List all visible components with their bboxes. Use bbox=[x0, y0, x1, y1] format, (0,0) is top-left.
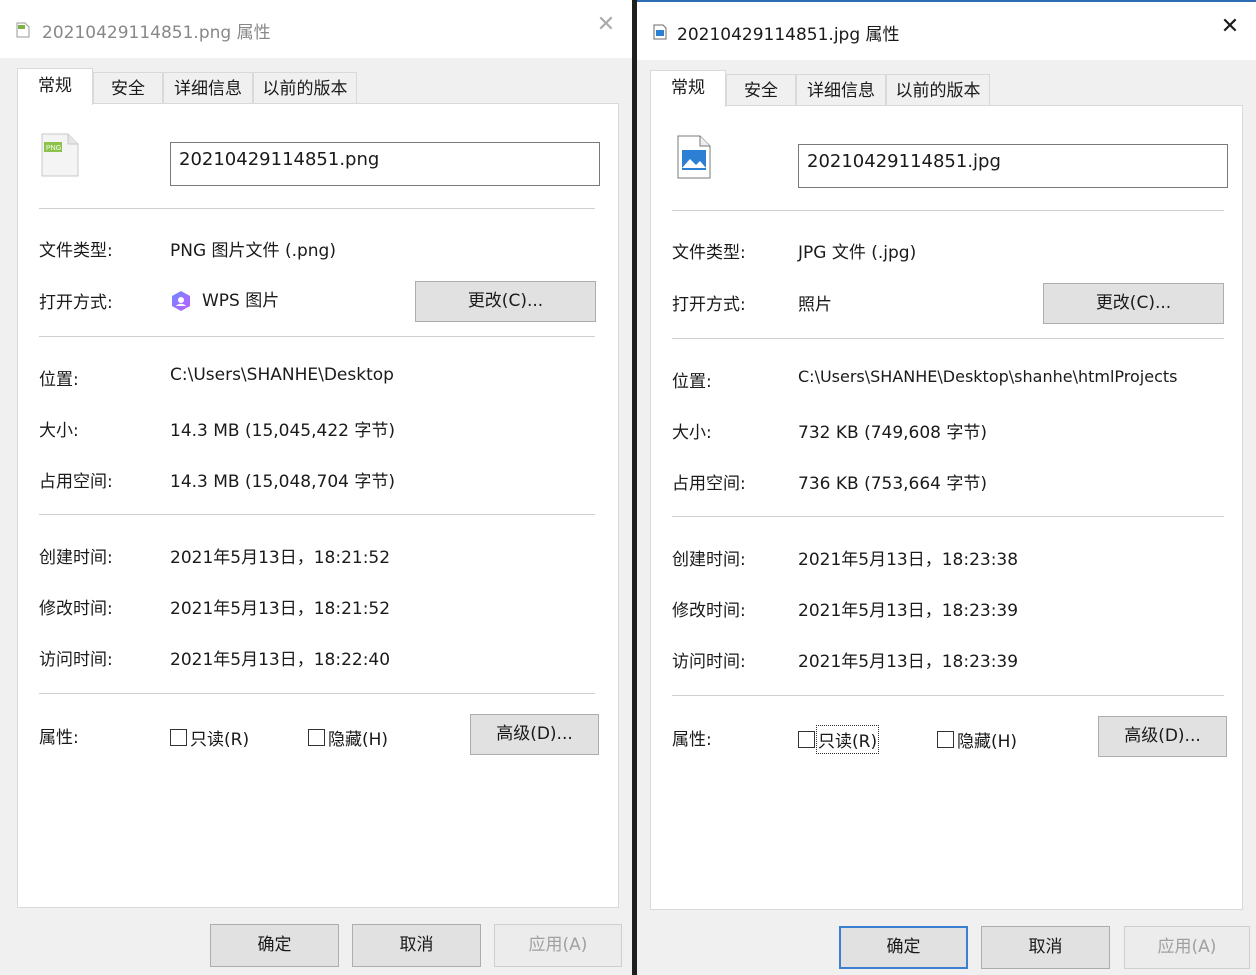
size-label: 大小: bbox=[672, 423, 712, 443]
open-with-app-name: WPS 图片 bbox=[202, 291, 280, 311]
checkbox-box[interactable] bbox=[308, 729, 325, 746]
wps-photo-icon bbox=[172, 291, 190, 311]
hidden-checkbox[interactable]: 隐藏(H) bbox=[937, 727, 1017, 752]
file-type-value: JPG 文件 (.jpg) bbox=[798, 243, 917, 263]
tab-previous-versions[interactable]: 以前的版本 bbox=[886, 74, 990, 106]
location-label: 位置: bbox=[39, 370, 79, 390]
change-button[interactable]: 更改(C)... bbox=[415, 281, 596, 322]
attributes-label: 属性: bbox=[39, 728, 79, 748]
accessed-value: 2021年5月13日，18:22:40 bbox=[170, 650, 391, 670]
size-value: 732 KB (749,608 字节) bbox=[798, 423, 988, 443]
tab-details[interactable]: 详细信息 bbox=[163, 72, 253, 104]
cancel-button[interactable]: 取消 bbox=[352, 924, 481, 967]
change-button[interactable]: 更改(C)... bbox=[1043, 283, 1224, 324]
general-panel: 20210429114851.jpg 文件类型: JPG 文件 (.jpg) 打… bbox=[650, 105, 1243, 910]
size-on-disk-label: 占用空间: bbox=[39, 472, 113, 492]
accessed-label: 访问时间: bbox=[39, 650, 113, 670]
size-on-disk-label: 占用空间: bbox=[672, 474, 746, 494]
ok-button[interactable]: 确定 bbox=[210, 924, 339, 967]
tab-security[interactable]: 安全 bbox=[93, 72, 163, 104]
png-file-icon: PNG bbox=[41, 133, 79, 177]
advanced-button[interactable]: 高级(D)... bbox=[470, 714, 599, 755]
properties-window-jpg: 20210429114851.jpg 属性 ✕ 常规 安全 详细信息 以前的版本… bbox=[637, 0, 1256, 975]
title-bar[interactable]: 20210429114851.jpg 属性 ✕ bbox=[637, 2, 1256, 60]
size-label: 大小: bbox=[39, 421, 79, 441]
size-value: 14.3 MB (15,045,422 字节) bbox=[170, 421, 395, 441]
close-icon[interactable]: ✕ bbox=[594, 14, 618, 36]
ok-button[interactable]: 确定 bbox=[839, 926, 968, 969]
location-label: 位置: bbox=[672, 372, 712, 392]
open-with-value: 照片 bbox=[798, 295, 832, 315]
open-with-value: WPS 图片 bbox=[170, 286, 279, 312]
attributes-label: 属性: bbox=[672, 730, 712, 750]
svg-text:PNG: PNG bbox=[46, 145, 61, 152]
divider bbox=[39, 208, 595, 209]
jpg-photo-file-icon bbox=[677, 135, 711, 179]
location-value: C:\Users\SHANHE\Desktop\shanhe\htmlProje… bbox=[798, 367, 1178, 386]
divider bbox=[39, 693, 595, 694]
jpg-file-small-icon bbox=[653, 24, 667, 40]
modified-label: 修改时间: bbox=[39, 599, 113, 619]
open-with-label: 打开方式: bbox=[39, 293, 113, 313]
window-title: 20210429114851.png 属性 bbox=[42, 23, 271, 43]
divider bbox=[672, 210, 1224, 211]
png-file-small-icon bbox=[16, 22, 30, 38]
checkbox-box[interactable] bbox=[937, 731, 954, 748]
close-icon[interactable]: ✕ bbox=[1218, 16, 1242, 38]
divider bbox=[39, 514, 595, 515]
tab-security[interactable]: 安全 bbox=[726, 74, 796, 106]
file-type-label: 文件类型: bbox=[672, 243, 746, 263]
divider bbox=[672, 338, 1224, 339]
size-on-disk-value: 736 KB (753,664 字节) bbox=[798, 474, 988, 494]
apply-button[interactable]: 应用(A) bbox=[494, 924, 622, 967]
created-value: 2021年5月13日，18:23:38 bbox=[798, 550, 1019, 570]
advanced-button[interactable]: 高级(D)... bbox=[1098, 716, 1227, 757]
checkbox-box[interactable] bbox=[798, 731, 815, 748]
tab-previous-versions[interactable]: 以前的版本 bbox=[253, 72, 357, 104]
size-on-disk-value: 14.3 MB (15,048,704 字节) bbox=[170, 472, 395, 492]
divider bbox=[39, 336, 595, 337]
tab-details[interactable]: 详细信息 bbox=[796, 74, 886, 106]
general-panel: PNG 20210429114851.png 文件类型: PNG 图片文件 (.… bbox=[17, 103, 619, 908]
readonly-checkbox[interactable]: 只读(R) bbox=[798, 725, 880, 754]
checkbox-box[interactable] bbox=[170, 729, 187, 746]
file-type-label: 文件类型: bbox=[39, 241, 113, 261]
window-title: 20210429114851.jpg 属性 bbox=[677, 25, 900, 45]
modified-value: 2021年5月13日，18:23:39 bbox=[798, 601, 1019, 621]
filename-field[interactable]: 20210429114851.png bbox=[170, 142, 600, 186]
apply-button[interactable]: 应用(A) bbox=[1124, 926, 1250, 969]
hidden-checkbox[interactable]: 隐藏(H) bbox=[308, 725, 388, 750]
accessed-value: 2021年5月13日，18:23:39 bbox=[798, 652, 1019, 672]
properties-window-png: 20210429114851.png 属性 ✕ 常规 安全 详细信息 以前的版本… bbox=[0, 0, 632, 975]
created-label: 创建时间: bbox=[672, 550, 746, 570]
accessed-label: 访问时间: bbox=[672, 652, 746, 672]
cancel-button[interactable]: 取消 bbox=[981, 926, 1110, 969]
created-label: 创建时间: bbox=[39, 548, 113, 568]
location-value: C:\Users\SHANHE\Desktop bbox=[170, 365, 394, 385]
divider bbox=[672, 695, 1224, 696]
tab-general[interactable]: 常规 bbox=[17, 68, 93, 105]
title-bar[interactable]: 20210429114851.png 属性 ✕ bbox=[0, 0, 632, 58]
file-type-value: PNG 图片文件 (.png) bbox=[170, 241, 336, 261]
modified-label: 修改时间: bbox=[672, 601, 746, 621]
readonly-checkbox[interactable]: 只读(R) bbox=[170, 725, 249, 750]
open-with-label: 打开方式: bbox=[672, 295, 746, 315]
divider bbox=[672, 516, 1224, 517]
created-value: 2021年5月13日，18:21:52 bbox=[170, 548, 391, 568]
filename-field[interactable]: 20210429114851.jpg bbox=[798, 144, 1228, 188]
modified-value: 2021年5月13日，18:21:52 bbox=[170, 599, 391, 619]
tab-general[interactable]: 常规 bbox=[650, 70, 726, 107]
